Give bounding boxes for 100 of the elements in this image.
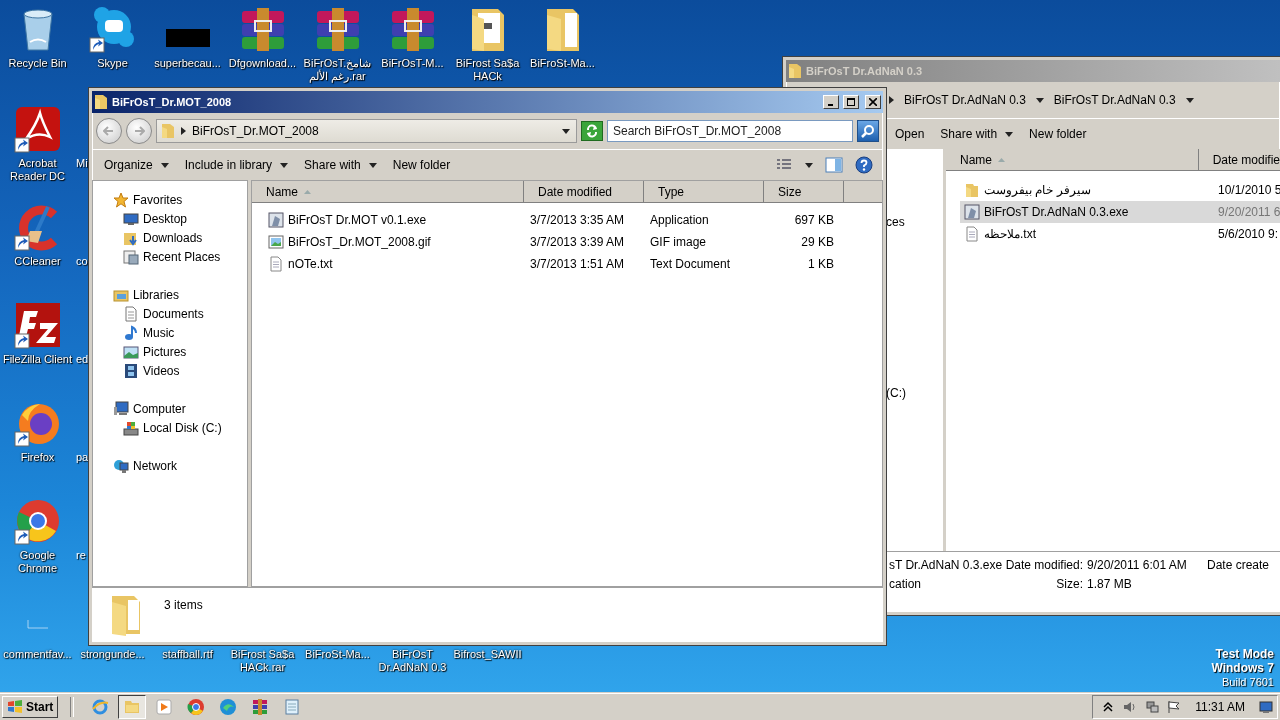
nav-item[interactable]: ces — [886, 215, 943, 229]
folder-icon — [161, 123, 175, 139]
search-button[interactable] — [857, 120, 879, 142]
folder-icon — [94, 94, 108, 110]
star-icon — [113, 191, 129, 208]
breadcrumb-item[interactable]: BiFrOsT Dr.AdNaN 0.3 — [898, 90, 1032, 110]
column-header[interactable]: Type — [644, 181, 764, 203]
speaker-icon[interactable] — [1123, 700, 1138, 714]
file-name: BiFrOsT Dr.AdNaN 0.3.exe — [984, 205, 1129, 219]
file-name[interactable]: BiFrOsT_Dr.MOT_2008.gif — [288, 235, 431, 249]
desktop-icon-label: ed — [76, 353, 89, 366]
desktop-icon-label: Recycle Bin — [7, 57, 68, 70]
type-cell-text: Text Document — [649, 257, 732, 271]
desktop-icon-label: FileZilla Client — [1, 353, 74, 366]
toolbar-button[interactable]: New folder — [1023, 124, 1093, 144]
start-button[interactable]: Start — [2, 696, 59, 718]
breadcrumb-item[interactable]: BiFrOsT Dr.AdNaN 0.3 — [1047, 90, 1182, 110]
column-header[interactable]: Size — [764, 181, 844, 203]
nav-item[interactable]: Music — [143, 325, 175, 340]
nav-item[interactable]: Network — [133, 458, 177, 473]
nav-item[interactable]: Pictures — [143, 344, 187, 359]
column-header[interactable]: Date modifie — [1198, 149, 1280, 171]
desktop-icon-label: Google Chrome — [16, 549, 59, 575]
detail-value: 9/20/2011 6:01 AM — [1087, 558, 1188, 572]
close-button[interactable] — [865, 95, 881, 109]
detail-value: 1.87 MB — [1087, 577, 1133, 591]
film-icon — [123, 362, 139, 379]
column-header[interactable] — [844, 181, 882, 203]
image-file-icon — [268, 234, 284, 250]
desktop-icon-label: pa — [76, 451, 89, 464]
file-name: سيرفر خام بيفروست — [984, 183, 1091, 197]
desktop-icon-label: CCleaner — [13, 255, 62, 268]
search-field[interactable]: Search BiFrOsT_Dr.MOT_2008 — [607, 120, 853, 142]
minimize-button[interactable] — [823, 95, 839, 109]
folder-icon — [964, 182, 980, 198]
column-header[interactable]: Name — [946, 149, 1199, 171]
desktop-icon-label: staffball.rtf — [161, 648, 214, 661]
file-name[interactable]: BiFrOsT Dr.MOT v0.1.exe — [288, 213, 427, 227]
date-cell: 9/20/2011 6 — [1218, 205, 1280, 219]
nav-item[interactable]: Documents — [143, 306, 204, 321]
desktop-icon-label: co — [76, 255, 89, 268]
chevron-icon — [181, 127, 186, 135]
date-cell-text: 3/7/2013 1:51 AM — [529, 257, 626, 271]
detail-label: Date modified: — [1005, 558, 1083, 572]
pdf-app-icon[interactable] — [13, 105, 62, 153]
caret-icon — [368, 162, 377, 168]
file-name[interactable]: nOTe.txt — [288, 257, 333, 271]
ftp-app-icon[interactable] — [13, 301, 62, 349]
date-cell-text: 3/7/2013 3:35 AM — [529, 213, 626, 227]
flag-icon[interactable] — [1167, 700, 1182, 714]
file-row[interactable]: BiFrOsT Dr.AdNaN 0.3.exe 9/20/2011 6 — [960, 201, 1280, 223]
desktop-icon-label: strongunde... — [79, 648, 146, 661]
caret-icon — [160, 162, 169, 168]
taskbar-button[interactable] — [118, 695, 147, 719]
computer-icon — [113, 400, 129, 417]
caret-icon — [280, 162, 289, 168]
os-notice-text: Test Mode — [1215, 647, 1274, 661]
caret-icon — [805, 162, 813, 168]
nav-item[interactable]: Local Disk (C:) — [143, 420, 222, 435]
nav-item[interactable]: Downloads — [143, 230, 203, 245]
column-header[interactable]: Name — [252, 181, 524, 203]
archive-icon — [251, 698, 270, 716]
nav-item[interactable]: Favorites — [133, 192, 183, 207]
toolbar-button[interactable]: New folder — [386, 155, 457, 175]
nav-item[interactable]: Libraries — [133, 287, 180, 302]
toolbar-button[interactable]: Organize — [98, 155, 175, 175]
nav-item[interactable]: (C:) — [886, 386, 943, 400]
nav-item[interactable]: Computer — [133, 401, 186, 416]
desktop-icon-label: commentfav... — [2, 648, 73, 661]
clock[interactable]: 11:31 AM — [1189, 700, 1251, 714]
refresh-button[interactable] — [581, 121, 603, 141]
back-button[interactable] — [96, 118, 122, 144]
show-desktop-icon[interactable] — [1259, 700, 1273, 714]
help-icon — [855, 156, 873, 174]
toolbar-button[interactable]: Include in library — [178, 155, 295, 175]
chat-app-icon[interactable] — [88, 5, 137, 53]
address-field[interactable]: BiFrOsT_Dr.MOT_2008 — [156, 119, 577, 143]
desktop-icon-label: Mi — [76, 157, 89, 170]
forward-button[interactable] — [126, 118, 152, 144]
nav-item[interactable]: Videos — [143, 363, 180, 378]
detail-label: Size: — [1056, 577, 1083, 591]
nav-item[interactable]: Recent Places — [143, 249, 221, 264]
nav-item[interactable]: Desktop — [143, 211, 188, 226]
maximize-button[interactable] — [843, 95, 859, 109]
browser-icon[interactable] — [13, 497, 62, 545]
document-icon — [123, 305, 139, 322]
toolbar-button[interactable]: Share with — [934, 124, 1020, 144]
wave-browser-icon — [219, 698, 238, 716]
column-header[interactable]: Date modified — [524, 181, 644, 203]
date-cell: 5/6/2010 9: — [1218, 227, 1280, 241]
type-cell-text: Application — [649, 213, 710, 227]
network-icon[interactable] — [1145, 700, 1160, 714]
desktop-icon-label: BiFrOsT Dr.AdNaN 0.3 — [377, 648, 448, 674]
toolbar-button[interactable]: Share with — [298, 155, 383, 175]
left-arrow-icon — [103, 125, 115, 137]
desktop-icon-label: superbecau... — [153, 57, 222, 70]
text-file-icon — [964, 226, 980, 242]
desktop-icon-label: Skype — [96, 57, 129, 70]
caret-icon — [1035, 97, 1044, 103]
toolbar-button[interactable]: Open — [889, 124, 931, 144]
